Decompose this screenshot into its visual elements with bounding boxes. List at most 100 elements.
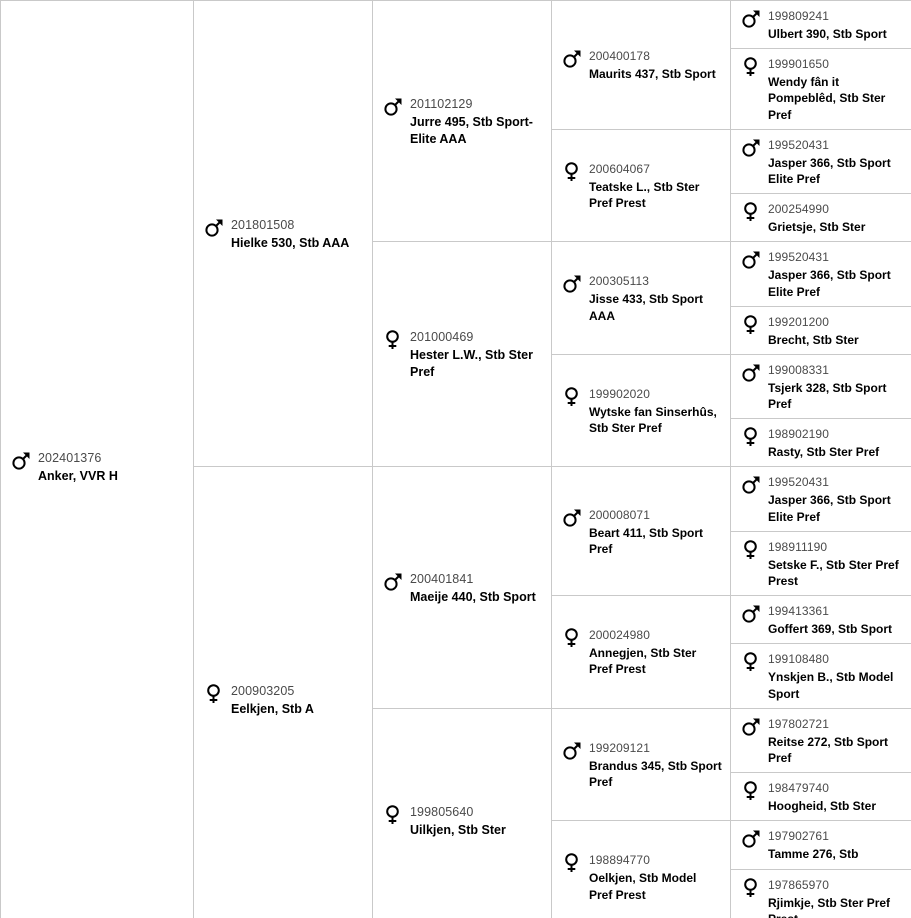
pedigree-cell-g5-7[interactable]: 199008331 Tsjerk 328, Stb Sport Pref	[730, 353, 911, 420]
pedigree-cell-g4-5[interactable]: 200008071 Beart 411, Stb Sport Pref	[551, 466, 731, 597]
individual-name: Teatske L., Stb Ster Pref Prest	[589, 179, 700, 211]
individual-name: Tamme 276, Stb	[768, 847, 859, 862]
individual-id: 201000469	[410, 330, 474, 344]
pedigree-cell-g5-2[interactable]: 199901650 Wendy fân it Pompeblêd, Stb St…	[730, 48, 911, 130]
pedigree-cell-g5-15[interactable]: 197902761 Tamme 276, Stb	[730, 820, 911, 870]
pedigree-cell-sire[interactable]: 201801508 Hielke 530, Stb AAA	[193, 0, 373, 468]
male-symbol-icon	[741, 602, 761, 624]
individual-id: 200401841	[410, 571, 474, 586]
pedigree-cell-g5-5[interactable]: 199520431 Jasper 366, Stb Sport Elite Pr…	[730, 241, 911, 307]
male-symbol-icon	[741, 7, 761, 29]
table-row: 202401376 Anker, VVR H 201801508 Hielke …	[0, 0, 911, 918]
pedigree-cell-g3-2[interactable]: 201000469 Hester L.W., Stb Ster Pref	[372, 241, 552, 468]
individual-name: Grietsje, Stb Ster	[768, 220, 866, 235]
pedigree-cell-g4-6[interactable]: 200024980 Annegjen, Stb Ster Pref Prest	[551, 595, 731, 709]
individual-name: Jasper 366, Stb Sport Elite Pref	[768, 493, 891, 524]
individual-name: Ulbert 390, Stb Sport	[768, 27, 887, 41]
individual-name: Annegjen, Stb Ster Pref Prest	[589, 646, 697, 677]
individual-id: 199008331	[768, 362, 829, 377]
pedigree-cell-root[interactable]: 202401376 Anker, VVR H	[0, 0, 194, 918]
female-symbol-icon	[741, 876, 761, 898]
individual-id: 198911190	[768, 539, 828, 554]
female-symbol-icon	[562, 626, 582, 648]
individual-name: Jasper 366, Stb Sport Elite Pref	[768, 268, 891, 299]
pedigree-table: 202401376 Anker, VVR H 201801508 Hielke …	[0, 0, 911, 918]
individual-id: 197865970	[768, 877, 829, 892]
pedigree-cell-g4-2[interactable]: 200604067 Teatske L., Stb Ster Pref Pres…	[551, 128, 731, 243]
pedigree-cell-g5-4[interactable]: 200254990 Grietsje, Stb Ster	[730, 193, 911, 243]
individual-id: 199108480	[768, 652, 829, 667]
male-symbol-icon	[741, 473, 761, 495]
pedigree-cell-g5-6[interactable]: 199201200 Brecht, Stb Ster	[730, 305, 911, 355]
individual-id: 199902020	[589, 386, 650, 401]
individual-id: 200400178	[589, 49, 650, 64]
male-symbol-icon	[741, 827, 761, 849]
male-symbol-icon	[741, 136, 761, 158]
male-symbol-icon	[741, 248, 761, 270]
individual-id: 199520431	[768, 475, 829, 490]
individual-name: Wytske fan Sinserhûs, Stb Ster Pref	[589, 404, 717, 436]
individual-name: Reitse 272, Stb Sport Pref	[768, 734, 889, 765]
female-symbol-icon	[562, 160, 582, 182]
female-symbol-icon	[562, 851, 582, 873]
individual-name: Jasper 366, Stb Sport Elite Pref	[768, 155, 891, 186]
individual-name: Maurits 437, Stb Sport	[589, 67, 716, 82]
female-symbol-icon	[741, 425, 761, 447]
female-symbol-icon	[741, 650, 761, 672]
pedigree-cell-g5-13[interactable]: 197802721 Reitse 272, Stb Sport Pref	[730, 707, 911, 774]
individual-id: 199809241	[768, 9, 829, 23]
individual-id: 199520431	[768, 137, 829, 152]
pedigree-cell-g5-1[interactable]: 199809241 Ulbert 390, Stb Sport	[730, 0, 911, 50]
pedigree-cell-g4-1[interactable]: 200400178 Maurits 437, Stb Sport	[551, 0, 731, 130]
individual-id: 199805640	[410, 804, 474, 819]
female-symbol-icon	[741, 538, 761, 560]
male-symbol-icon	[204, 216, 224, 238]
individual-id: 201801508	[231, 217, 295, 232]
pedigree-cell-g5-9[interactable]: 199520431 Jasper 366, Stb Sport Elite Pr…	[730, 466, 911, 532]
pedigree-cell-g5-10[interactable]: 198911190 Setske F., Stb Ster Pref Prest	[730, 530, 911, 597]
pedigree-cell-g5-14[interactable]: 198479740 Hoogheid, Stb Ster	[730, 772, 911, 822]
individual-name: Beart 411, Stb Sport Pref	[589, 525, 704, 556]
pedigree-cell-g4-3[interactable]: 200305113 Jisse 433, Stb Sport AAA	[551, 241, 731, 355]
pedigree-cell-g5-12[interactable]: 199108480 Ynskjen B., Stb Model Sport	[730, 643, 911, 709]
pedigree-cell-g5-8[interactable]: 198902190 Rasty, Stb Ster Pref	[730, 418, 911, 468]
individual-name: Hielke 530, Stb AAA	[231, 235, 350, 250]
male-symbol-icon	[562, 506, 582, 528]
pedigree-cell-g4-7[interactable]: 199209121 Brandus 345, Stb Sport Pref	[551, 707, 731, 822]
female-symbol-icon	[741, 779, 761, 801]
female-symbol-icon	[741, 313, 761, 335]
individual-name: Rjimkje, Stb Ster Pref Prest	[768, 895, 891, 918]
individual-name: Ynskjen B., Stb Model Sport	[768, 670, 894, 701]
individual-name: Brandus 345, Stb Sport Pref	[589, 758, 722, 790]
individual-name: Tsjerk 328, Stb Sport Pref	[768, 380, 887, 412]
individual-id: 200008071	[589, 507, 650, 522]
female-symbol-icon	[741, 55, 761, 77]
individual-id: 200305113	[589, 274, 650, 289]
pedigree-cell-g3-4[interactable]: 199805640 Uilkjen, Stb Ster	[372, 707, 552, 918]
individual-id: 199413361	[768, 604, 829, 619]
pedigree-cell-g3-3[interactable]: 200401841 Maeije 440, Stb Sport	[372, 466, 552, 709]
individual-id: 199201200	[768, 314, 829, 329]
female-symbol-icon	[383, 803, 403, 825]
individual-id: 201102129	[410, 96, 473, 111]
pedigree-cell-g5-11[interactable]: 199413361 Goffert 369, Stb Sport	[730, 595, 911, 645]
pedigree-cell-g3-1[interactable]: 201102129 Jurre 495, Stb Sport-Elite AAA	[372, 0, 552, 243]
pedigree-cell-g5-16[interactable]: 197865970 Rjimkje, Stb Ster Pref Prest	[730, 868, 911, 918]
individual-name: Hester L.W., Stb Ster Pref	[410, 348, 533, 379]
individual-id: 200903205	[231, 684, 295, 699]
individual-name: Wendy fân it Pompeblêd, Stb Ster Pref	[768, 75, 886, 122]
pedigree-cell-g4-8[interactable]: 198894770 Oelkjen, Stb Model Pref Prest	[551, 820, 731, 918]
pedigree-cell-g5-3[interactable]: 199520431 Jasper 366, Stb Sport Elite Pr…	[730, 128, 911, 195]
female-symbol-icon	[741, 200, 761, 222]
individual-name: Brecht, Stb Ster	[768, 332, 859, 347]
individual-name: Uilkjen, Stb Ster	[410, 822, 506, 837]
individual-name: Jisse 433, Stb Sport AAA	[589, 292, 704, 323]
pedigree-cell-dam[interactable]: 200903205 Eelkjen, Stb A	[193, 466, 373, 918]
individual-id: 200254990	[768, 202, 829, 217]
individual-name: Goffert 369, Stb Sport	[768, 622, 893, 637]
female-symbol-icon	[562, 385, 582, 407]
individual-id: 199901650	[768, 57, 829, 72]
individual-id: 198479740	[768, 781, 829, 796]
pedigree-cell-g4-4[interactable]: 199902020 Wytske fan Sinserhûs, Stb Ster…	[551, 353, 731, 468]
individual-id: 199209121	[589, 740, 650, 755]
